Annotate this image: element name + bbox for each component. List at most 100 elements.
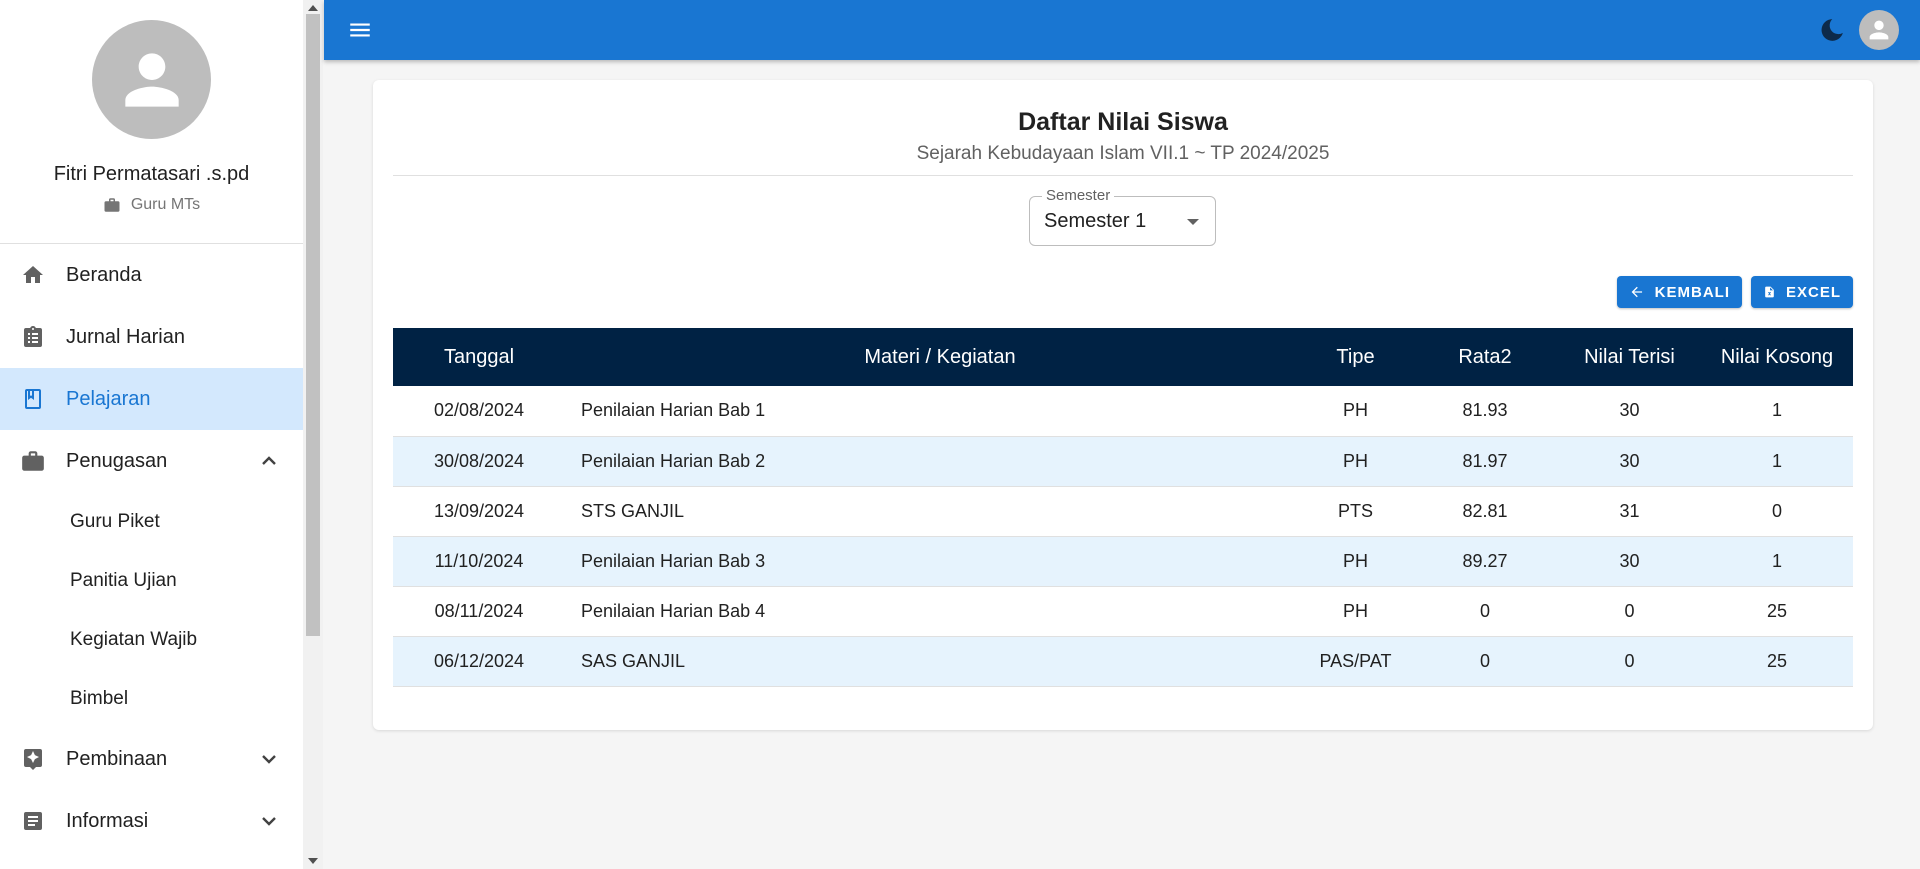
sidebar-item-pelajaran[interactable]: Pelajaran xyxy=(0,368,303,430)
cell-tanggal: 11/10/2024 xyxy=(393,536,565,587)
cell-tanggal: 13/09/2024 xyxy=(393,486,565,537)
sidebar-item-beranda[interactable]: Beranda xyxy=(0,244,303,306)
sidebar: Fitri Permatasari .s.pd Guru MTs Beranda… xyxy=(0,0,303,869)
back-button-label: KEMBALI xyxy=(1654,283,1730,301)
caret-down-icon xyxy=(1187,219,1199,225)
person-icon xyxy=(124,52,179,107)
sidebar-item-label: Pembinaan xyxy=(66,747,168,770)
profile-avatar xyxy=(92,20,211,139)
table-row[interactable]: 30/08/2024 Penilaian Harian Bab 2 PH 81.… xyxy=(393,436,1853,487)
sidebar-item-label: Jurnal Harian xyxy=(66,325,185,348)
sidebar-subitem-bimbel[interactable]: Bimbel xyxy=(0,669,303,728)
home-icon xyxy=(23,266,43,283)
cell-tipe: PH xyxy=(1299,436,1412,487)
cell-nilai-terisi: 0 xyxy=(1558,586,1701,637)
semester-select-value: Semester 1 xyxy=(1044,210,1147,232)
sidebar-subitem-kegiatan-wajib[interactable]: Kegiatan Wajib xyxy=(0,610,303,669)
cell-rata2: 82.81 xyxy=(1412,486,1558,537)
profile-role-label: Guru MTs xyxy=(130,196,201,213)
table-header-row: Tanggal Materi / Kegiatan Tipe Rata2 Nil… xyxy=(393,328,1853,386)
cell-nilai-terisi: 30 xyxy=(1558,436,1701,487)
user-avatar-button[interactable] xyxy=(1859,10,1899,50)
sidebar-item-label: Pelajaran xyxy=(66,387,151,410)
table-row[interactable]: 06/12/2024 SAS GANJIL PAS/PAT 0 0 25 xyxy=(393,636,1853,687)
cell-nilai-kosong: 25 xyxy=(1701,636,1853,687)
sidebar-item-label: Beranda xyxy=(66,263,142,286)
grades-table: Tanggal Materi / Kegiatan Tipe Rata2 Nil… xyxy=(393,328,1853,687)
menu-button[interactable] xyxy=(346,16,374,44)
sidebar-nav: Beranda Jurnal Harian Pelajaran Penugasa… xyxy=(0,244,303,852)
scroll-down-arrow-icon[interactable] xyxy=(308,858,318,864)
profile-role: Guru MTs xyxy=(103,196,200,214)
column-header-nilai-terisi: Nilai Terisi xyxy=(1558,328,1701,386)
briefcase-icon xyxy=(104,198,120,212)
chevron-up-icon[interactable] xyxy=(257,449,281,473)
table-row[interactable]: 02/08/2024 Penilaian Harian Bab 1 PH 81.… xyxy=(393,386,1853,437)
article-icon xyxy=(24,812,42,830)
sidebar-item-label: Penugasan xyxy=(66,449,168,472)
sidebar-subitem-panitia-ujian[interactable]: Panitia Ujian xyxy=(0,551,303,610)
sidebar-scrollbar[interactable] xyxy=(303,0,323,869)
theme-toggle-button[interactable] xyxy=(1818,16,1846,44)
column-header-tanggal: Tanggal xyxy=(393,328,565,386)
sidebar-item-penugasan[interactable]: Penugasan xyxy=(0,430,303,492)
profile-section: Fitri Permatasari .s.pd Guru MTs xyxy=(0,0,303,244)
cell-materi: SAS GANJIL xyxy=(565,636,1299,687)
grades-card: Daftar Nilai Siswa Sejarah Kebudayaan Is… xyxy=(373,80,1873,730)
chevron-down-icon[interactable] xyxy=(257,747,281,771)
menu-icon xyxy=(350,23,370,37)
cell-nilai-kosong: 1 xyxy=(1701,386,1853,437)
page-title: Daftar Nilai Siswa xyxy=(1018,108,1228,136)
divider xyxy=(393,175,1853,176)
sidebar-item-pembinaan[interactable]: Pembinaan xyxy=(0,728,303,790)
table-row[interactable]: 11/10/2024 Penilaian Harian Bab 3 PH 89.… xyxy=(393,536,1853,587)
scroll-thumb[interactable] xyxy=(306,14,320,636)
cell-rata2: 81.97 xyxy=(1412,436,1558,487)
cell-rata2: 81.93 xyxy=(1412,386,1558,437)
arrow-left-icon xyxy=(1631,286,1643,298)
briefcase-icon xyxy=(22,451,44,471)
sidebar-subitem-guru-piket[interactable]: Guru Piket xyxy=(0,492,303,551)
excel-export-button[interactable]: EXCEL xyxy=(1751,276,1853,308)
cell-rata2: 0 xyxy=(1412,586,1558,637)
column-header-rata2: Rata2 xyxy=(1412,328,1558,386)
cell-tipe: PH xyxy=(1299,536,1412,587)
cell-nilai-kosong: 1 xyxy=(1701,436,1853,487)
sidebar-item-informasi[interactable]: Informasi xyxy=(0,790,303,852)
cell-tanggal: 30/08/2024 xyxy=(393,436,565,487)
cell-nilai-terisi: 30 xyxy=(1558,386,1701,437)
cell-nilai-terisi: 31 xyxy=(1558,486,1701,537)
cell-nilai-kosong: 0 xyxy=(1701,486,1853,537)
cell-tanggal: 02/08/2024 xyxy=(393,386,565,437)
cell-tanggal: 08/11/2024 xyxy=(393,586,565,637)
cell-materi: Penilaian Harian Bab 1 xyxy=(565,386,1299,437)
cell-nilai-kosong: 1 xyxy=(1701,536,1853,587)
book-icon xyxy=(25,389,41,409)
cell-tipe: PTS xyxy=(1299,486,1412,537)
cell-tipe: PAS/PAT xyxy=(1299,636,1412,687)
moon-icon xyxy=(1821,19,1843,41)
user-avatar-icon xyxy=(1869,20,1889,40)
top-app-bar xyxy=(324,0,1920,60)
table-row[interactable]: 13/09/2024 STS GANJIL PTS 82.81 31 0 xyxy=(393,486,1853,537)
sidebar-item-jurnal-harian[interactable]: Jurnal Harian xyxy=(0,306,303,368)
column-header-materi: Materi / Kegiatan xyxy=(565,328,1299,386)
profile-name: Fitri Permatasari .s.pd xyxy=(53,163,250,185)
semester-select-label: Semester xyxy=(1042,188,1115,204)
cell-nilai-terisi: 30 xyxy=(1558,536,1701,587)
cell-materi: Penilaian Harian Bab 2 xyxy=(565,436,1299,487)
column-header-tipe: Tipe xyxy=(1299,328,1412,386)
cell-materi: STS GANJIL xyxy=(565,486,1299,537)
scroll-up-arrow-icon[interactable] xyxy=(308,5,318,11)
excel-file-icon xyxy=(1765,286,1774,298)
semester-select[interactable]: Semester Semester 1 xyxy=(1029,188,1216,246)
table-row[interactable]: 08/11/2024 Penilaian Harian Bab 4 PH 0 0… xyxy=(393,586,1853,637)
chevron-down-icon[interactable] xyxy=(257,809,281,833)
cell-rata2: 0 xyxy=(1412,636,1558,687)
clipboard-icon xyxy=(24,326,42,347)
cell-materi: Penilaian Harian Bab 3 xyxy=(565,536,1299,587)
cell-tipe: PH xyxy=(1299,586,1412,637)
cell-rata2: 89.27 xyxy=(1412,536,1558,587)
back-button[interactable]: KEMBALI xyxy=(1617,276,1742,308)
cell-nilai-terisi: 0 xyxy=(1558,636,1701,687)
